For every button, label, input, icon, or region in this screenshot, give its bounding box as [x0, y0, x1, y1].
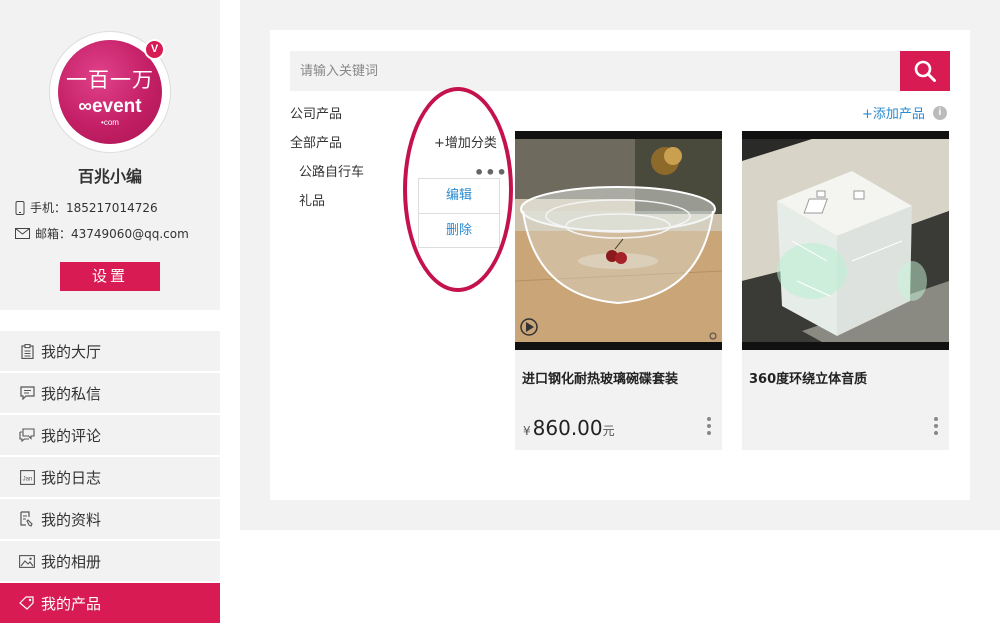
email-text: 邮箱：43749060@qq.com [35, 227, 189, 241]
message-icon [19, 385, 35, 401]
search-icon [914, 60, 936, 82]
calendar-icon: Jan [19, 469, 35, 485]
search-button[interactable] [900, 51, 950, 91]
mail-icon [15, 228, 30, 239]
category-company[interactable]: 公司产品 [290, 103, 342, 122]
avatar-logo-en: ∞event [78, 96, 142, 117]
phone-text: 手机：185217014726 [30, 201, 158, 215]
username: 百兆小编 [77, 167, 142, 186]
verified-badge: V [144, 39, 165, 60]
add-product-label: +添加产品 [862, 107, 925, 122]
product-card[interactable]: 进口钢化耐热玻璃碗碟套装 ¥ 860.00 元 [515, 131, 722, 450]
comment-icon [19, 427, 35, 443]
product-name[interactable]: 进口钢化耐热玻璃碗碟套装 [522, 368, 678, 387]
product-image[interactable] [515, 131, 722, 350]
product-more-icon[interactable] [933, 417, 939, 437]
sidebar-item-label: 我的资料 [41, 510, 102, 529]
delete-category-option[interactable]: 删除 [419, 213, 499, 247]
add-product-button[interactable]: +添加产品 i [862, 103, 947, 122]
profile-card: 一百一万 ∞event •com V 百兆小编 手机：185217014726 … [0, 0, 220, 310]
price-amount: 860.00 [532, 416, 603, 440]
category-all[interactable]: 全部产品 [290, 132, 342, 151]
contact-phone: 手机：185217014726 [15, 199, 158, 216]
edit-category-option[interactable]: 编辑 [419, 179, 499, 213]
category-road-bike[interactable]: 公路自行车 [299, 161, 364, 180]
add-category-button[interactable]: +增加分类 [434, 132, 497, 151]
sidebar-item-label: 我的产品 [41, 594, 102, 613]
sidebar-item-products[interactable]: 我的产品 [0, 583, 220, 623]
category-gifts[interactable]: 礼品 [299, 190, 325, 209]
sidebar-item-label: 我的相册 [41, 552, 102, 571]
photo-icon [19, 553, 35, 569]
sidebar: 一百一万 ∞event •com V 百兆小编 手机：185217014726 … [0, 0, 220, 634]
search-input[interactable] [290, 51, 900, 91]
sidebar-item-comments[interactable]: 我的评论 [0, 415, 220, 455]
settings-button[interactable]: 设置 [60, 262, 160, 291]
clipboard-icon [19, 343, 35, 359]
product-more-icon[interactable] [706, 417, 712, 437]
avatar-logo-en-text: event [91, 96, 142, 117]
contact-email: 邮箱：43749060@qq.com [15, 225, 189, 242]
price-currency: ¥ [523, 424, 531, 438]
sidebar-item-hall[interactable]: 我的大厅 [0, 331, 220, 371]
sidebar-item-label: 我的评论 [41, 426, 102, 445]
sidebar-item-album[interactable]: 我的相册 [0, 541, 220, 581]
avatar-logo-cn: 一百一万 [66, 68, 154, 92]
sidebar-item-label: 我的私信 [41, 384, 102, 403]
sidebar-item-journal[interactable]: Jan 我的日志 [0, 457, 220, 497]
svg-text:Jan: Jan [22, 476, 32, 482]
category-menu: 编辑 删除 [418, 178, 500, 248]
price-unit: 元 [602, 424, 615, 438]
avatar-logo-com: •com [101, 118, 119, 127]
sidebar-item-messages[interactable]: 我的私信 [0, 373, 220, 413]
product-card[interactable]: 360度环绕立体音质 [742, 131, 949, 450]
product-image[interactable] [742, 131, 949, 350]
sidebar-item-profile[interactable]: 我的资料 [0, 499, 220, 539]
phone-icon [15, 200, 25, 215]
sidebar-nav: 我的大厅 我的私信 我的评论 Jan 我的日志 我的资料 我的相册 我的产品 [0, 331, 220, 625]
product-name[interactable]: 360度环绕立体音质 [749, 368, 867, 387]
sidebar-item-label: 我的日志 [41, 468, 102, 487]
info-icon[interactable]: i [932, 105, 947, 120]
product-tag-icon [19, 595, 35, 611]
product-price: ¥ 860.00 元 [523, 416, 615, 440]
profile-edit-icon [19, 511, 35, 527]
sidebar-item-label: 我的大厅 [41, 342, 102, 361]
